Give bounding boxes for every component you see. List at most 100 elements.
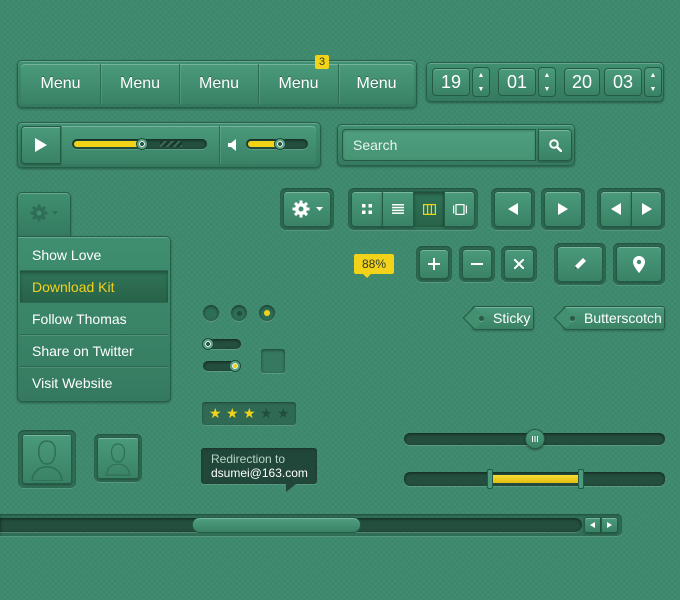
slider-range-min-handle[interactable] [487,469,493,489]
menu-item-label: Menu [278,75,319,92]
gear-button[interactable] [283,191,331,227]
chevron-down-icon [52,211,58,215]
tag-butterscotch[interactable]: Butterscotch [563,306,665,330]
menu-item-5[interactable]: Menu [339,64,414,104]
arrow-left-icon [611,203,621,215]
play-button[interactable] [21,126,61,164]
up-arrow-icon[interactable]: ▲ [650,72,657,79]
gear-icon [30,204,48,222]
time-picker: 19 ▲ ▼ 01 ▲ ▼ 20 03 ▲ ▼ [426,62,664,102]
play-icon [35,138,47,152]
star-icon[interactable]: ★ [226,405,239,422]
tag-sticky[interactable]: Sticky [472,306,534,330]
time-segment-hours[interactable]: 19 [432,68,470,96]
time-segment-minutes[interactable]: 01 [498,68,536,96]
radio-selected[interactable] [259,305,275,321]
avatar-small[interactable] [97,437,139,479]
gear-icon [292,200,309,218]
list-view-button[interactable] [382,191,414,227]
time-segment-frames[interactable]: 03 [604,68,642,96]
dropdown-item-visit-website[interactable]: Visit Website [20,367,168,399]
gallery-view-icon [452,203,467,215]
arrow-right-icon [607,522,612,528]
percent-tooltip: 88% [354,254,394,274]
up-arrow-icon[interactable]: ▲ [544,72,551,79]
star-icon[interactable]: ★ [260,405,273,422]
columns-view-icon [422,203,436,215]
user-silhouette-icon [31,440,63,481]
radio-empty[interactable] [203,305,219,321]
plus-button[interactable] [419,249,449,279]
tooltip-line-2: dsumei@163.com [211,466,308,480]
edit-button[interactable] [557,246,603,282]
down-arrow-icon[interactable]: ▼ [650,86,657,93]
up-arrow-icon[interactable]: ▲ [478,72,485,79]
minutes-spinner[interactable]: ▲ ▼ [538,67,556,97]
percent-tooltip-pointer [362,273,372,278]
prev-button[interactable] [494,191,532,227]
star-rating[interactable]: ★ ★ ★ ★ ★ [202,402,296,425]
close-button[interactable] [504,249,534,279]
gallery-view-button[interactable] [444,191,475,227]
settings-dropdown-toggle[interactable] [17,192,71,236]
speaker-icon[interactable] [228,139,239,151]
redirect-tooltip-pointer [286,484,296,492]
chevron-down-icon [315,207,323,211]
search-button[interactable] [538,129,572,161]
menu-item-4[interactable]: Menu [259,64,339,104]
columns-view-button[interactable] [413,191,445,227]
next-button[interactable] [544,191,582,227]
tooltip-line-1: Redirection to [211,452,286,466]
down-arrow-icon[interactable]: ▼ [544,86,551,93]
settings-dropdown-menu: Show Love Download Kit Follow Thomas Sha… [17,236,171,402]
user-silhouette-icon [105,443,131,476]
star-icon[interactable]: ★ [277,405,290,422]
down-arrow-icon[interactable]: ▼ [478,86,485,93]
menu-item-label: Menu [40,75,81,92]
plus-icon [428,258,440,270]
volume-handle[interactable] [274,138,286,150]
close-icon [514,259,524,269]
arrow-left-icon [590,522,595,528]
tag-hole [479,316,484,321]
arrow-right-icon [641,203,652,215]
location-button[interactable] [616,246,662,282]
pager-prev-button[interactable] [600,191,632,227]
dropdown-item-label: Follow Thomas [32,310,127,327]
menu-item-3[interactable]: Menu [180,64,259,104]
dropdown-item-show-love[interactable]: Show Love [20,239,168,271]
dropdown-item-download-kit[interactable]: Download Kit [20,271,168,303]
scrollbar-thumb[interactable] [192,517,361,533]
hours-spinner[interactable]: ▲ ▼ [472,67,490,97]
checkbox[interactable] [261,349,285,373]
slider-range-max-handle[interactable] [578,469,584,489]
progress-handle[interactable] [136,138,148,150]
dropdown-item-follow-thomas[interactable]: Follow Thomas [20,303,168,335]
avatar-large[interactable] [22,434,72,484]
grid-view-button[interactable] [351,191,383,227]
toggle-off-handle[interactable] [202,338,214,350]
scroll-right-button[interactable] [601,517,618,533]
toggle-on-handle[interactable] [229,360,241,372]
map-pin-icon [633,255,645,273]
pager-next-button[interactable] [631,191,662,227]
seconds-spinner[interactable]: ▲ ▼ [644,67,662,97]
menu-item-label: Menu [198,75,240,92]
search-input[interactable] [342,129,536,161]
menu-item-1[interactable]: Menu [21,64,101,104]
scroll-left-button[interactable] [584,517,601,533]
menu-item-2[interactable]: Menu [101,64,180,104]
slider-single-handle[interactable] [525,429,545,449]
list-view-icon [392,204,404,214]
minus-icon [471,263,483,265]
tag-hole [570,316,575,321]
divider [219,126,220,164]
star-icon[interactable]: ★ [209,405,222,422]
time-segment-seconds[interactable]: 20 [564,68,600,96]
radio-unselected[interactable] [231,305,247,321]
search-box [337,124,575,166]
star-icon[interactable]: ★ [243,405,256,422]
arrow-left-icon [508,203,518,215]
dropdown-item-share-twitter[interactable]: Share on Twitter [20,335,168,367]
minus-button[interactable] [462,249,492,279]
